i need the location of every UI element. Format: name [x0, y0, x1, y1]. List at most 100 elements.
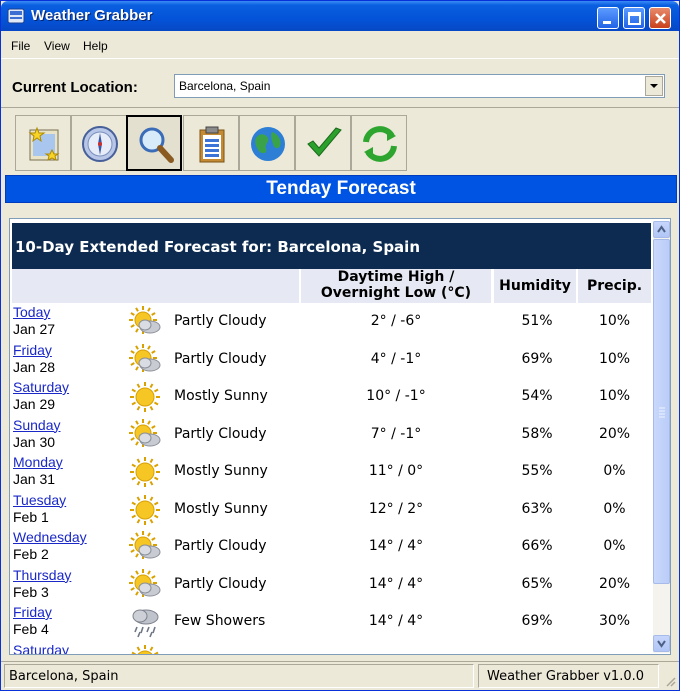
condition-text: Partly Cloudy [174, 350, 267, 367]
temperature-cell: 12° / 2° [368, 500, 424, 517]
globe-icon [251, 127, 285, 161]
new-location-icon [28, 126, 60, 161]
scroll-thumb[interactable] [653, 239, 670, 584]
clipboard-button[interactable] [183, 115, 239, 171]
status-version-panel: Weather Grabber v1.0.0 [478, 664, 659, 688]
dropdown-arrow-button[interactable] [645, 76, 663, 96]
clipboard-icon [199, 126, 225, 163]
section-banner: Tenday Forecast [5, 175, 677, 203]
vertical-scrollbar[interactable] [653, 221, 670, 653]
sun-icon [128, 494, 162, 529]
day-date: Jan 27 [13, 321, 56, 337]
menu-file[interactable]: File [11, 39, 30, 53]
location-value: Barcelona, Spain [179, 79, 271, 93]
day-link[interactable]: Saturday [13, 642, 69, 655]
chevron-down-icon [650, 84, 658, 88]
day-date: Jan 28 [13, 358, 56, 375]
forecast-panel[interactable]: 10-Day Extended Forecast for: Barcelona,… [9, 218, 671, 655]
table-row: Tuesday Feb 1 Mostly Sunny 12° / 2° 63% 0% [12, 491, 651, 528]
table-row: Friday Feb 4 Few Showers 14° / 4° 69% 30% [12, 603, 651, 640]
condition-text: Few Showers [174, 613, 266, 629]
humidity-cell: 58% [521, 425, 553, 442]
location-dropdown[interactable]: Barcelona, Spain [174, 74, 665, 98]
temp-header-line2: Overnight Low (°C) [320, 285, 472, 301]
menu-view[interactable]: View [44, 39, 70, 53]
day-link[interactable]: Monday [13, 454, 63, 470]
banner-title: Tenday Forecast [266, 178, 416, 199]
day-link[interactable]: Saturday [13, 379, 69, 395]
precip-cell: 0% [603, 538, 626, 554]
search-icon [139, 127, 174, 163]
title-bar[interactable]: Weather Grabber [1, 1, 679, 31]
column-header-humidity: Humidity [494, 269, 576, 303]
partly-cloudy-icon [128, 343, 162, 379]
temperature-cell: 4° / -1° [370, 350, 422, 367]
table-row: Wednesday Feb 2 Partly Cloudy 14° / 4° 66% 0% [12, 528, 651, 565]
day-date: Jan 30 [13, 433, 56, 450]
day-link[interactable]: Tuesday [13, 492, 66, 508]
partly-cloudy-icon [128, 418, 162, 454]
forecast-header: 10-Day Extended Forecast for: Barcelona,… [12, 223, 651, 269]
compass-icon [82, 126, 118, 162]
condition-text: Mostly Sunny [174, 500, 268, 517]
forecast-title: 10-Day Extended Forecast for: Barcelona,… [15, 238, 420, 256]
refresh-button[interactable] [351, 115, 407, 171]
humidity-cell: 63% [521, 500, 553, 517]
day-link[interactable]: Thursday [13, 567, 71, 583]
location-label: Current Location: [12, 79, 138, 96]
humidity-cell: 66% [521, 538, 553, 554]
new-location-button[interactable] [15, 115, 71, 171]
confirm-button[interactable] [295, 115, 351, 171]
day-date: Jan 31 [13, 471, 56, 487]
sun-icon [128, 456, 162, 491]
temperature-cell: 14° / 4° [368, 538, 424, 554]
day-date: Feb 1 [13, 508, 49, 525]
humidity-cell: 54% [521, 388, 553, 404]
precip-cell: 10% [598, 350, 631, 367]
day-date: Jan 29 [13, 396, 56, 412]
precip-cell: 10% [598, 313, 631, 329]
temperature-cell: 7° / -1° [370, 425, 422, 442]
scroll-down-button[interactable] [653, 635, 670, 652]
day-link[interactable]: Sunday [13, 417, 60, 433]
precip-cell: 0% [603, 500, 626, 517]
app-window: Weather Grabber File View Help Current L… [0, 0, 680, 691]
column-header-temperature: Daytime High / Overnight Low (°C) [301, 269, 491, 303]
condition-text: Mostly Sunny [174, 388, 268, 404]
scroll-up-button[interactable] [653, 221, 670, 238]
status-location: Barcelona, Spain [9, 669, 119, 684]
day-link[interactable]: Friday [13, 604, 52, 620]
humidity-cell: 69% [521, 350, 553, 367]
status-version: Weather Grabber v1.0.0 [487, 669, 645, 684]
maximize-button[interactable] [623, 7, 645, 29]
grip-lines-icon [659, 407, 665, 418]
compass-button[interactable] [71, 115, 127, 171]
temperature-cell: 2° / -6° [370, 313, 422, 329]
minimize-button[interactable] [597, 7, 619, 29]
menu-help[interactable]: Help [83, 39, 108, 53]
partly-cloudy-icon [128, 306, 162, 341]
search-button[interactable] [126, 115, 182, 171]
humidity-cell: 65% [521, 575, 553, 592]
condition-text: Mostly Sunny [174, 463, 268, 479]
showers-icon [128, 606, 162, 641]
close-button[interactable] [649, 7, 671, 29]
humidity-cell: 55% [521, 463, 553, 479]
temperature-cell: 14° / 4° [368, 575, 424, 592]
temperature-cell: 11° / 0° [368, 463, 424, 479]
resize-grip-icon[interactable] [664, 675, 676, 687]
day-link[interactable]: Friday [13, 342, 52, 358]
day-link[interactable]: Wednesday [13, 529, 87, 545]
condition-text: Partly Cloudy [174, 575, 267, 592]
precip-cell: 20% [598, 575, 631, 592]
temperature-cell: 14° / 4° [368, 613, 424, 629]
menu-bar: File View Help [1, 31, 679, 59]
condition-text: Partly Cloudy [174, 425, 267, 442]
table-row: Saturday [12, 641, 651, 655]
day-date: Feb 2 [13, 546, 49, 562]
day-link[interactable]: Today [13, 304, 50, 320]
table-row: Friday Jan 28 Partly Cloudy 4° / -1° 69% 10% [12, 341, 651, 378]
status-bar: Barcelona, Spain Weather Grabber v1.0.0 [1, 661, 679, 690]
humidity-cell: 51% [521, 313, 553, 329]
globe-button[interactable] [239, 115, 295, 171]
